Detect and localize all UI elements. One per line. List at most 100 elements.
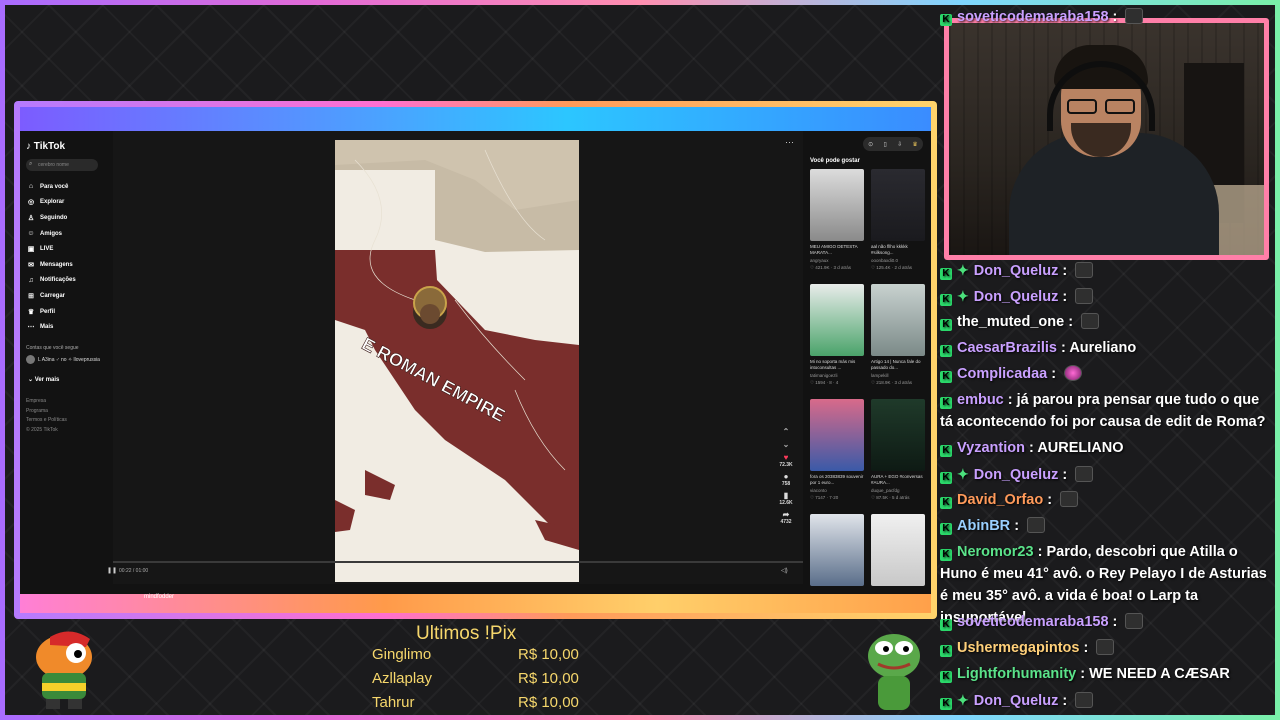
suggestion-card[interactable]: MEU AMIGO DETESTA MARATA... angryaux ♡ 4… bbox=[810, 169, 864, 271]
chat-message: K Complicadaa : bbox=[940, 363, 1270, 385]
footer-link[interactable]: Termos e Políticas bbox=[26, 416, 67, 426]
suggestion-meta: ♡ 125.4K · 2 d atrás bbox=[871, 265, 913, 270]
suggestions-panel: ⊙ ▯ ⇩ ♛ Você pode gostar MEU AMIGO DETES… bbox=[807, 131, 931, 594]
chat-username[interactable]: soveticodemaraba158 bbox=[957, 614, 1109, 630]
suggestion-meta: ♡ 87.5K · 5 d atrás bbox=[871, 495, 910, 500]
nav-live[interactable]: ▣ LIVE bbox=[26, 241, 76, 257]
screen-capture: ♪ TikTok ⌕ cerebro nome ⌂ Para você ◎ Expl… bbox=[14, 101, 937, 619]
pix-name: Azllaplay bbox=[372, 670, 433, 687]
suggestions-title: Você pode gostar bbox=[810, 158, 860, 164]
suggestion-user: tatimanigoezli bbox=[810, 373, 838, 378]
chevron-up-icon[interactable]: ⌃ bbox=[776, 427, 796, 436]
see-more-link[interactable]: ⌄ Ver mais bbox=[28, 376, 59, 383]
chat-emote-icon bbox=[1027, 517, 1046, 533]
nav-explore[interactable]: ◎ Explorar bbox=[26, 195, 76, 211]
footer-link[interactable]: Empresa bbox=[26, 397, 67, 407]
chat-message: K ✦ Don_Queluz : bbox=[940, 259, 1270, 282]
search-icon: ⌕ bbox=[29, 161, 33, 167]
download-icon[interactable]: ⇩ bbox=[897, 141, 902, 148]
suggestion-user: angryaux bbox=[810, 258, 829, 263]
nav-friends[interactable]: ☺ Amigos bbox=[26, 226, 76, 242]
following-icon: ♙ bbox=[27, 214, 35, 222]
capture-bottom-bar: mindfodder bbox=[20, 594, 931, 613]
suggestion-caption: AURA + EGO #conversas #AURA... bbox=[871, 474, 923, 485]
suggestion-meta: ♡ 218.9K · 3 d atrás bbox=[871, 380, 913, 385]
search-input[interactable]: ⌕ cerebro nome bbox=[26, 159, 98, 171]
settings-icon[interactable]: ⊙ bbox=[868, 141, 873, 148]
chat-message: Ksoveticodemaraba158 : bbox=[940, 6, 1270, 28]
tiktok-logo[interactable]: ♪ TikTok bbox=[26, 141, 65, 152]
suggestion-meta: ♡ 7147 · 7·20 bbox=[810, 495, 839, 500]
chat-username[interactable]: embuc bbox=[957, 392, 1004, 408]
volume-icon[interactable]: ◁) bbox=[781, 567, 788, 574]
nav-label: Mais bbox=[40, 324, 54, 331]
see-more-label: Ver mais bbox=[34, 377, 60, 383]
nav-more[interactable]: ⋯ Mais bbox=[26, 319, 76, 335]
video-progress-bar[interactable] bbox=[113, 561, 803, 563]
top-controls: ⊙ ▯ ⇩ ♛ bbox=[863, 137, 923, 151]
nav-following[interactable]: ♙ Seguindo bbox=[26, 210, 76, 226]
chat-username[interactable]: CaesarBrazilis bbox=[957, 340, 1057, 356]
chat-username[interactable]: AbinBR bbox=[957, 518, 1010, 534]
suggestion-caption: fora os 20383839 souvenir por 1 euro... bbox=[810, 474, 864, 485]
share-icon[interactable]: ➦ bbox=[776, 510, 796, 519]
kick-badge-icon: K bbox=[940, 294, 952, 306]
chat-username[interactable]: the_muted_one bbox=[957, 314, 1064, 330]
pause-icon[interactable]: ❚❚ bbox=[107, 567, 117, 574]
video-player[interactable]: E ROMAN EMPIRE bbox=[335, 140, 579, 582]
crown-icon[interactable]: ♛ bbox=[912, 141, 917, 148]
chat-emote-icon bbox=[1096, 639, 1115, 655]
chat-username[interactable]: Don_Queluz bbox=[974, 289, 1059, 305]
footer-link[interactable]: Programa bbox=[26, 407, 67, 417]
nav-profile[interactable]: ♛ Perfil bbox=[26, 304, 76, 320]
chat-message: Kthe_muted_one : bbox=[940, 311, 1270, 333]
nav-notifications[interactable]: ♫ Notificações bbox=[26, 273, 76, 289]
chat-username[interactable]: Don_Queluz bbox=[974, 693, 1059, 709]
chat-overlay: Ksoveticodemaraba158 : K ✦ Don_Queluz : K ✦… bbox=[940, 0, 1275, 715]
pix-name: Tahrur bbox=[372, 694, 415, 711]
likes-count: 72.3K bbox=[779, 462, 793, 468]
nav-label: Notificações bbox=[40, 277, 76, 284]
comment-icon[interactable]: ● bbox=[776, 472, 796, 481]
chat-username[interactable]: Complicadaa bbox=[957, 366, 1047, 382]
suggestion-card[interactable]: aal não fllho kkkkk #silksong... ooonbax… bbox=[871, 169, 925, 271]
chevron-down-icon[interactable]: ⌄ bbox=[776, 440, 796, 449]
chat-username[interactable]: Neromor23 bbox=[957, 544, 1034, 560]
pix-row: Azllaplay R$ 10,00 bbox=[372, 670, 592, 687]
bookmark-icon[interactable]: ▮ bbox=[776, 491, 796, 500]
kick-badge-icon: K bbox=[940, 268, 952, 280]
suggestion-card[interactable]: fora os 20383839 souvenir por 1 euro... … bbox=[810, 399, 864, 501]
following-user[interactable]: L A3ina ♂ no ✧ lloveprussia bbox=[26, 355, 100, 364]
heart-icon[interactable]: ♥ bbox=[776, 453, 796, 462]
suggestion-card[interactable] bbox=[810, 514, 864, 586]
chat-username[interactable]: Lightforhumanity bbox=[957, 666, 1076, 682]
suggestion-card[interactable] bbox=[871, 514, 925, 586]
suggestion-card[interactable]: AURA + EGO #conversas #AURA... duque_pac… bbox=[871, 399, 925, 501]
suggestion-card[interactable]: Artigo 14 | Nunca fale do passado do... … bbox=[871, 284, 925, 386]
pix-row: Tahrur R$ 10,00 bbox=[372, 694, 592, 711]
search-placeholder: cerebro nome bbox=[38, 162, 69, 168]
chat-username[interactable]: Vyzantion bbox=[957, 440, 1025, 456]
nav-messages[interactable]: ✉ Mensagens bbox=[26, 257, 76, 273]
suggestion-user: ooonbaxdi0.0 bbox=[871, 258, 899, 263]
pix-amount: R$ 10,00 bbox=[518, 694, 579, 711]
suggestion-card[interactable]: Mi no soporta más mis intoconsultas ... … bbox=[810, 284, 864, 386]
device-icon[interactable]: ▯ bbox=[883, 141, 886, 148]
kick-badge-icon: K bbox=[940, 14, 952, 26]
more-options-icon[interactable]: ⋯ bbox=[785, 137, 794, 148]
chat-username[interactable]: soveticodemaraba158 bbox=[957, 9, 1109, 25]
pix-amount: R$ 10,00 bbox=[518, 646, 579, 663]
chat-username[interactable]: Don_Queluz bbox=[974, 263, 1059, 279]
saves-count: 12.6K bbox=[779, 500, 793, 506]
suggestion-thumbnail bbox=[871, 514, 925, 586]
diamond-badge-icon: ✦ bbox=[957, 466, 969, 482]
nav-upload[interactable]: ⊞ Carregar bbox=[26, 288, 76, 304]
chat-username[interactable]: Don_Queluz bbox=[974, 467, 1059, 483]
chat-message: K David_Orfao : bbox=[940, 489, 1270, 511]
suggestion-user: viaconto bbox=[810, 488, 827, 493]
nav-for-you[interactable]: ⌂ Para você bbox=[26, 179, 76, 195]
chat-username[interactable]: David_Orfao bbox=[957, 492, 1043, 508]
capture-top-bar bbox=[20, 107, 931, 131]
kick-badge-icon: K bbox=[940, 671, 952, 683]
chat-username[interactable]: Ushermegapintos bbox=[957, 640, 1079, 656]
